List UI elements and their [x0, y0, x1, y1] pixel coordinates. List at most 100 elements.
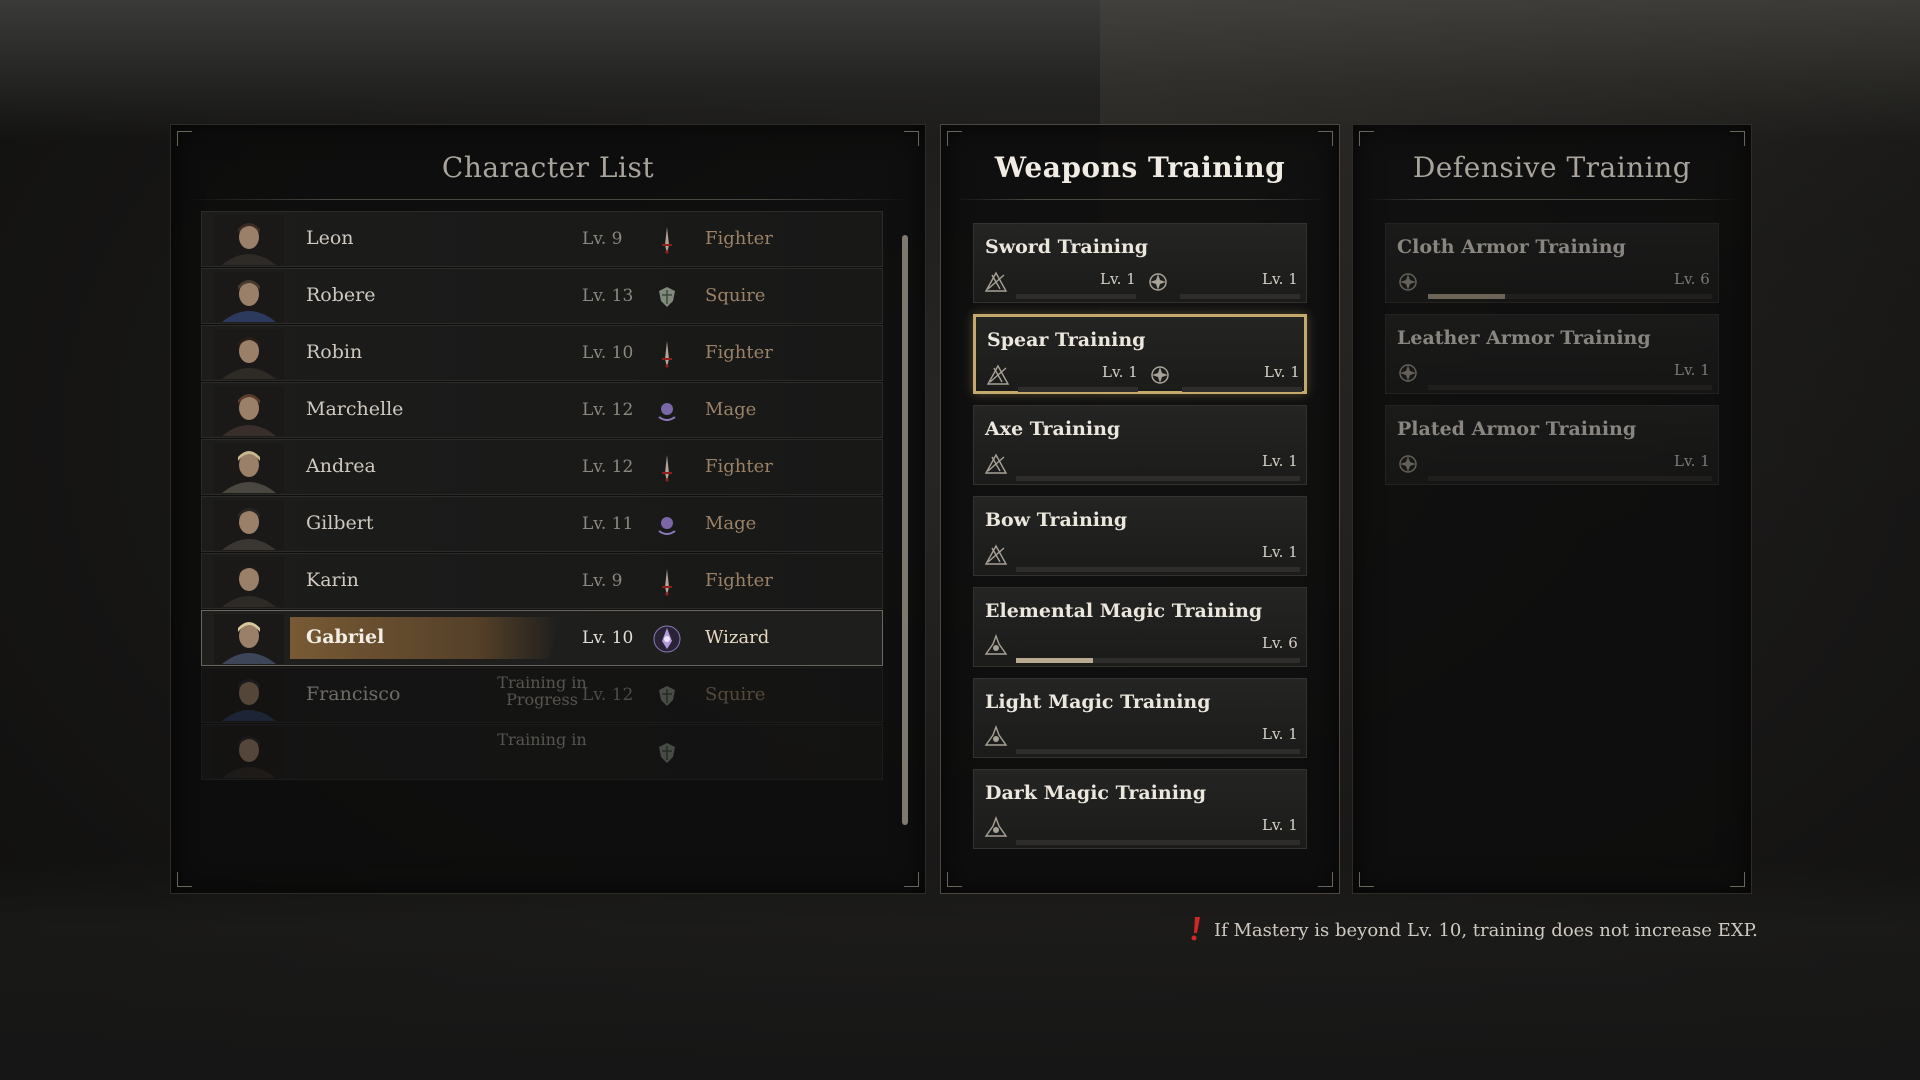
- character-class: Squire: [705, 684, 766, 705]
- character-level: Lv. 10: [582, 628, 634, 648]
- defensive-training-panel: Defensive Training Cloth Armor Training L…: [1352, 124, 1752, 894]
- training-level: Lv. 1: [1100, 270, 1136, 288]
- character-class: Fighter: [705, 570, 773, 591]
- training-card[interactable]: Elemental Magic Training Lv. 6: [973, 587, 1307, 667]
- panel-corner: [177, 131, 192, 146]
- training-name: Light Magic Training: [985, 691, 1211, 713]
- character-row[interactable]: Karin Lv. 9 Fighter: [201, 553, 883, 609]
- character-row[interactable]: Marchelle Lv. 12 Mage: [201, 382, 883, 438]
- character-class: Fighter: [705, 456, 773, 477]
- training-card[interactable]: Leather Armor Training Lv. 1: [1385, 314, 1719, 394]
- mastery-progress-bar: [1016, 476, 1300, 481]
- training-name: Sword Training: [985, 236, 1149, 258]
- mastery-notice: If Mastery is beyond Lv. 10, training do…: [1214, 920, 1758, 941]
- training-card[interactable]: Plated Armor Training Lv. 1: [1385, 405, 1719, 485]
- character-level: Lv. 13: [582, 286, 634, 306]
- character-name: Robere: [306, 284, 376, 306]
- panel-divider: [185, 199, 911, 200]
- training-level: Lv. 1: [1262, 816, 1298, 834]
- training-level: Lv. 1: [1262, 543, 1298, 561]
- character-class: Mage: [705, 513, 757, 534]
- character-portrait: [214, 272, 284, 322]
- training-level: Lv. 1: [1102, 363, 1138, 381]
- defense-mastery-icon: [1148, 363, 1172, 387]
- character-level: Lv. 11: [582, 514, 634, 534]
- training-name: Cloth Armor Training: [1397, 236, 1626, 258]
- panel-corner: [947, 872, 962, 887]
- panel-corner: [1359, 872, 1374, 887]
- character-level: Lv. 10: [582, 343, 634, 363]
- magic-mastery-icon: [984, 816, 1008, 840]
- training-name: Elemental Magic Training: [985, 600, 1263, 622]
- training-card[interactable]: Spear Training Lv. 1 Lv. 1: [973, 314, 1307, 394]
- panel-corner: [1730, 872, 1745, 887]
- fighter-dagger-icon: [652, 225, 682, 255]
- training-level: Lv. 6: [1674, 270, 1710, 288]
- character-list-panel: Character List Leon Lv. 9 Fighter Robere Lv.…: [170, 124, 926, 894]
- character-row[interactable]: Francisco Lv. 12 Squire Training in Progres…: [201, 667, 883, 723]
- character-row[interactable]: Andrea Lv. 12 Fighter: [201, 439, 883, 495]
- panel-corner: [1359, 131, 1374, 146]
- character-class: Squire: [705, 285, 766, 306]
- training-card[interactable]: Sword Training Lv. 1 Lv. 1: [973, 223, 1307, 303]
- character-portrait: [214, 443, 284, 493]
- character-name: Gabriel: [306, 626, 385, 648]
- training-name: Plated Armor Training: [1397, 418, 1637, 440]
- panel-corner: [904, 872, 919, 887]
- character-row[interactable]: Robin Lv. 10 Fighter: [201, 325, 883, 381]
- character-row[interactable]: Leon Lv. 9 Fighter: [201, 211, 883, 267]
- weapon-mastery-icon: [984, 452, 1008, 476]
- character-row[interactable]: Gilbert Lv. 11 Mage: [201, 496, 883, 552]
- panel-corner: [177, 872, 192, 887]
- squire-shield-icon: [652, 282, 682, 312]
- weapon-mastery-icon: [986, 363, 1010, 387]
- character-list-scrollbar[interactable]: [902, 235, 908, 825]
- defense-mastery-icon: [1396, 452, 1420, 476]
- character-portrait: [214, 215, 284, 265]
- mastery-progress-bar: [1018, 387, 1138, 392]
- mage-orb-icon: [652, 510, 682, 540]
- training-level: Lv. 1: [1262, 725, 1298, 743]
- training-card[interactable]: Axe Training Lv. 1: [973, 405, 1307, 485]
- fighter-dagger-icon: [652, 339, 682, 369]
- character-row[interactable]: Gabriel Lv. 10 Wizard: [201, 610, 883, 666]
- character-portrait: [214, 386, 284, 436]
- training-card[interactable]: Light Magic Training Lv. 1: [973, 678, 1307, 758]
- character-list[interactable]: Leon Lv. 9 Fighter Robere Lv. 13 Squire Robin L…: [201, 211, 887, 859]
- training-card[interactable]: Bow Training Lv. 1: [973, 496, 1307, 576]
- character-level: Lv. 9: [582, 229, 623, 249]
- training-name: Axe Training: [985, 418, 1121, 440]
- training-card[interactable]: Cloth Armor Training Lv. 6: [1385, 223, 1719, 303]
- training-level: Lv. 1: [1262, 452, 1298, 470]
- wizard-crest-icon: [652, 624, 682, 654]
- training-status: Training in Progress: [497, 673, 587, 709]
- character-class: Fighter: [705, 228, 773, 249]
- character-portrait: [214, 728, 284, 778]
- fighter-dagger-icon: [652, 453, 682, 483]
- fighter-dagger-icon: [652, 567, 682, 597]
- character-class: Wizard: [705, 627, 770, 648]
- mastery-progress-bar: [1428, 385, 1712, 390]
- panel-corner: [947, 131, 962, 146]
- character-portrait: [214, 671, 284, 721]
- magic-mastery-icon: [984, 634, 1008, 658]
- secondary-training-level: Lv. 1: [1262, 270, 1298, 288]
- squire-shield-icon: [652, 738, 682, 768]
- defense-mastery-icon: [1396, 361, 1420, 385]
- panel-corner: [1730, 131, 1745, 146]
- training-card[interactable]: Dark Magic Training Lv. 1: [973, 769, 1307, 849]
- mastery-progress-bar: [1428, 294, 1712, 299]
- scrollbar-thumb[interactable]: [902, 235, 908, 825]
- training-level: Lv. 1: [1674, 452, 1710, 470]
- exclamation-icon: [1191, 917, 1200, 941]
- secondary-progress-bar: [1180, 294, 1300, 299]
- character-row[interactable]: Robere Lv. 13 Squire: [201, 268, 883, 324]
- character-name: Leon: [306, 227, 354, 249]
- weapons-training-title: Weapons Training: [994, 151, 1286, 184]
- character-level: Lv. 9: [582, 571, 623, 591]
- training-name: Spear Training: [987, 329, 1146, 351]
- secondary-training-level: Lv. 1: [1264, 363, 1300, 381]
- mastery-progress-bar: [1016, 840, 1300, 845]
- panel-divider: [1367, 199, 1737, 200]
- character-row[interactable]: Training in: [201, 724, 883, 780]
